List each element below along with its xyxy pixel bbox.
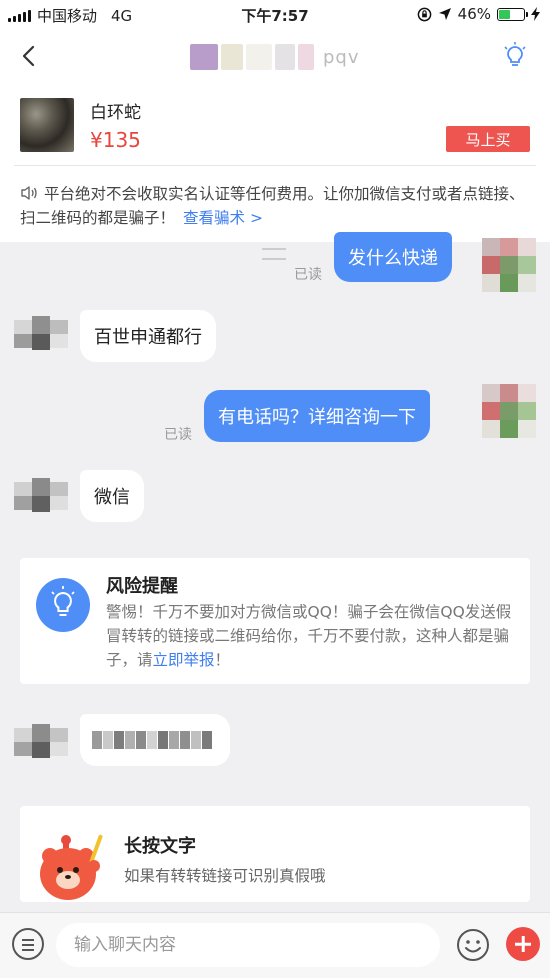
pixel xyxy=(518,256,536,274)
pixel xyxy=(500,384,518,402)
battery-level xyxy=(499,9,511,19)
nav-bar: pqv xyxy=(0,28,550,84)
battery-icon xyxy=(497,7,528,21)
chat-input-bar xyxy=(0,912,550,978)
blur-block xyxy=(298,44,314,70)
pixel xyxy=(14,482,32,496)
product-name: 白环蛇 xyxy=(90,103,141,123)
report-now-link[interactable]: 立即举报 xyxy=(153,651,215,669)
message-bubble-outgoing[interactable]: 发什么快递 xyxy=(334,232,452,282)
risk-body-tail: ！ xyxy=(214,651,231,669)
blur-block xyxy=(246,44,272,70)
pixel xyxy=(518,238,536,256)
pixel xyxy=(500,256,518,274)
warning-text: 平台绝对不会收取实名认证等任何费用。让你加微信支付或者点链接、扫二维码的都是骗子… xyxy=(20,185,525,227)
message-bubble-incoming[interactable]: 百世申通都行 xyxy=(80,310,216,362)
product-card[interactable]: 白环蛇 ¥135 马上买 xyxy=(0,84,550,166)
status-bar: 中国移动 4G 下午7:57 46% xyxy=(0,0,550,28)
pixel xyxy=(14,742,32,756)
pixel xyxy=(482,420,500,438)
pixel xyxy=(518,384,536,402)
system-icon-partial xyxy=(258,244,290,264)
safety-warning-banner: 平台绝对不会收取实名认证等任何费用。让你加微信支付或者点链接、扫二维码的都是骗子… xyxy=(0,166,550,242)
pixel xyxy=(32,496,50,512)
pixel xyxy=(50,320,68,334)
pixel xyxy=(50,482,68,496)
location-arrow-icon xyxy=(438,8,451,20)
pixel xyxy=(518,402,536,420)
chat-input[interactable] xyxy=(56,923,440,967)
seller-avatar[interactable] xyxy=(14,716,68,764)
emoji-icon[interactable] xyxy=(456,928,490,962)
add-attachment-button[interactable] xyxy=(506,927,540,961)
pixel xyxy=(50,334,68,348)
battery-percent: 46% xyxy=(457,5,491,23)
risk-alert-card: 风险提醒 警惕！千万不要加对方微信或QQ！骗子会在微信QQ发送假冒转转的链接或二… xyxy=(20,558,530,684)
pixel xyxy=(482,402,500,420)
pixel xyxy=(50,496,68,510)
view-scams-link[interactable]: 查看骗术 > xyxy=(183,209,263,227)
risk-title: 风险提醒 xyxy=(106,576,178,597)
blur-block xyxy=(221,44,243,70)
pixel xyxy=(32,724,50,742)
contact-name-blurred: pqv xyxy=(190,44,365,70)
pixel xyxy=(14,334,32,348)
charging-bolt-icon xyxy=(531,7,540,21)
my-avatar[interactable] xyxy=(482,238,536,292)
pixel xyxy=(482,274,500,292)
pixel xyxy=(518,274,536,292)
seller-avatar[interactable] xyxy=(14,310,68,358)
pixel xyxy=(32,334,50,350)
read-status: 已读 xyxy=(294,267,322,283)
status-right: 46% xyxy=(417,5,540,23)
pixel xyxy=(50,728,68,742)
pixel xyxy=(14,728,32,742)
message-bubble-incoming-pixelated[interactable] xyxy=(80,714,230,766)
product-image[interactable] xyxy=(20,98,74,152)
speaker-icon xyxy=(21,186,37,200)
lightbulb-icon xyxy=(51,586,75,616)
tip-title: 长按文字 xyxy=(124,836,196,857)
pixel xyxy=(482,238,500,256)
blur-block xyxy=(190,44,218,70)
lightbulb-icon[interactable] xyxy=(502,42,528,70)
pixel xyxy=(500,420,518,438)
buy-now-button[interactable]: 马上买 xyxy=(446,126,530,152)
pixel xyxy=(482,256,500,274)
contact-name-visible: pqv xyxy=(323,46,360,68)
back-arrow-icon[interactable] xyxy=(18,44,40,68)
pixel xyxy=(32,742,50,758)
tip-body: 如果有转转链接可识别真假哦 xyxy=(124,867,326,885)
pixel xyxy=(32,478,50,496)
my-avatar[interactable] xyxy=(482,384,536,438)
pixel xyxy=(500,402,518,420)
lock-rotation-icon xyxy=(417,7,431,21)
pixel xyxy=(482,384,500,402)
pixel xyxy=(518,420,536,438)
menu-icon[interactable] xyxy=(12,928,44,960)
pixel xyxy=(14,496,32,510)
seller-avatar[interactable] xyxy=(14,470,68,518)
pixelated-number xyxy=(92,731,212,749)
product-price: ¥135 xyxy=(90,128,141,152)
risk-body: 警惕！千万不要加对方微信或QQ！骗子会在微信QQ发送假冒转转的链接或二维码给你，… xyxy=(106,600,516,672)
mascot-bear-icon xyxy=(40,834,103,900)
pixel xyxy=(50,742,68,756)
pixel xyxy=(14,320,32,334)
long-press-tip-card: 长按文字 如果有转转链接可识别真假哦 xyxy=(20,806,530,902)
blur-block xyxy=(275,44,295,70)
pixel xyxy=(32,316,50,334)
pixel xyxy=(500,238,518,256)
risk-alert-icon xyxy=(36,578,90,632)
read-status: 已读 xyxy=(164,427,192,443)
message-bubble-outgoing[interactable]: 有电话吗？详细咨询一下 xyxy=(204,390,430,442)
pixel xyxy=(500,274,518,292)
message-bubble-incoming[interactable]: 微信 xyxy=(80,470,144,522)
